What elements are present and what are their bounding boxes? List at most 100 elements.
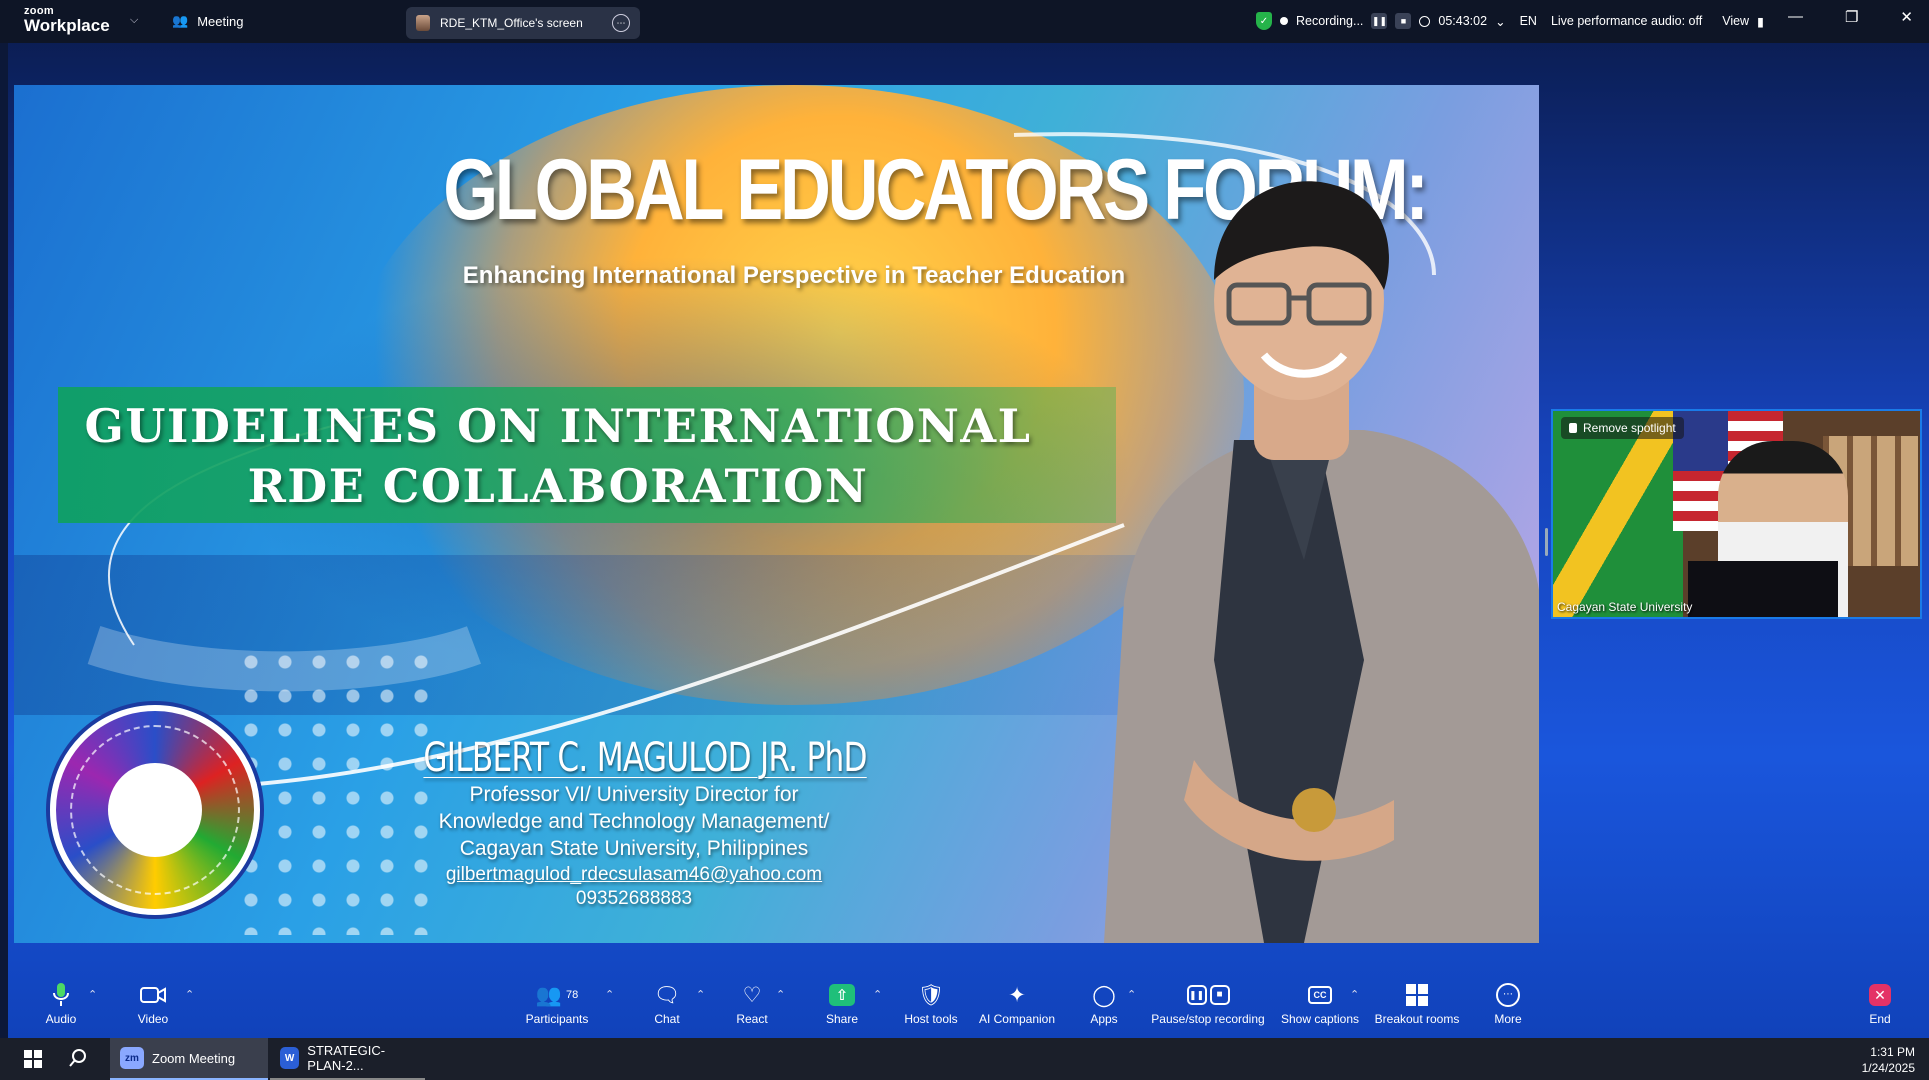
pause-stop-recording-button[interactable]: ❚❚ ■ Pause/stop recording	[1151, 980, 1265, 1026]
meeting-people-icon: 👥	[172, 13, 189, 28]
audio-label: Audio	[45, 1012, 77, 1026]
show-captions-button[interactable]: CC Show captions	[1265, 980, 1375, 1026]
participants-count: 78	[565, 988, 579, 1001]
meeting-status-group: ✓ Recording... ❚❚ ■ 05:43:02 ⌄ EN Live p…	[1256, 10, 1764, 32]
seal-center	[108, 763, 202, 857]
slide-title: GLOBAL EDUCATORS FORUM:	[443, 142, 1429, 238]
topic-banner: GUIDELINES ON INTERNATIONAL RDE COLLABOR…	[58, 387, 1116, 523]
windows-taskbar: zm Zoom Meeting W STRATEGIC-PLAN-2... 1:…	[0, 1038, 1929, 1080]
pause-recording-icon[interactable]: ❚❚	[1371, 13, 1388, 29]
view-button[interactable]: View	[1722, 14, 1749, 28]
video-options-caret-icon[interactable]: ⌃	[185, 988, 194, 1001]
search-icon[interactable]	[68, 1048, 88, 1068]
shield-icon: 🛡	[917, 983, 945, 1007]
speaker-phone: 09352688883	[575, 888, 693, 909]
participant-name-label: Cagayan State University	[1557, 600, 1693, 614]
end-label: End	[1869, 1012, 1891, 1026]
stop-recording-icon[interactable]: ■	[1395, 13, 1412, 29]
zoom-app-icon: zm	[120, 1047, 144, 1069]
react-caret-icon[interactable]: ⌃	[776, 988, 785, 1001]
meeting-indicator[interactable]: 👥 Meeting	[172, 13, 243, 29]
window-controls: — ❐ ✕	[1788, 8, 1913, 26]
react-label: React	[736, 1012, 768, 1026]
more-label: More	[1494, 1012, 1522, 1026]
pause-stop-recording-label: Pause/stop recording	[1151, 1012, 1265, 1026]
zoom-meeting-window: zoom Workplace ⌵ 👥 Meeting RDE_KTM_Offic…	[0, 0, 1929, 1080]
clock-date: 1/24/2025	[1861, 1061, 1915, 1075]
apps-button[interactable]: ◯ Apps	[1049, 980, 1159, 1027]
meeting-timer[interactable]: 05:43:02	[1438, 14, 1487, 28]
clock-time: 1:31 PM	[1870, 1045, 1915, 1059]
shared-screen-slide: GLOBAL EDUCATORS FORUM: Enhancing Intern…	[14, 85, 1539, 943]
title-bar: zoom Workplace ⌵ 👥 Meeting RDE_KTM_Offic…	[0, 0, 1929, 43]
share-arrow-icon: ⇧	[829, 980, 855, 1010]
meeting-label: Meeting	[197, 13, 244, 29]
restore-icon[interactable]: ❐	[1845, 8, 1858, 26]
end-meeting-button[interactable]: ✕ End	[1825, 980, 1929, 1026]
presenter-avatar	[416, 15, 430, 31]
microphone-icon	[53, 980, 69, 1010]
speaker-email: gilbertmagulod_rdecsulasam46@yahoo.com	[445, 864, 823, 885]
heart-icon: ♡	[742, 983, 762, 1007]
system-clock[interactable]: 1:31 PM 1/24/2025	[1862, 1044, 1915, 1076]
meeting-toolbar: Audio ⌃ Video ⌃ 👥 78 Participants ⌃ 🗨 Cha…	[0, 980, 1929, 1038]
left-edge-panel	[0, 43, 8, 1038]
speaker-name: GILBERT C. MAGULOD JR. PhD	[423, 735, 867, 781]
sparkle-icon: ✦	[1008, 983, 1026, 1007]
speaker-info: GILBERT C. MAGULOD JR. PhD Professor VI/…	[364, 735, 904, 911]
host-tools-label: Host tools	[904, 1012, 958, 1026]
close-icon[interactable]: ✕	[1900, 8, 1913, 26]
encryption-shield-icon[interactable]: ✓	[1256, 12, 1272, 30]
share-label: Share	[825, 1012, 859, 1026]
clock-icon	[1419, 15, 1431, 27]
windows-start-icon[interactable]	[24, 1050, 42, 1068]
participants-icon: 👥 78	[535, 983, 579, 1007]
end-x-icon: ✕	[1869, 980, 1891, 1010]
ai-companion-label: AI Companion	[978, 1012, 1056, 1026]
speaker-role-2: Knowledge and Technology Management/	[438, 810, 830, 833]
breakout-rooms-label: Breakout rooms	[1374, 1012, 1460, 1026]
word-app-icon: W	[280, 1047, 300, 1069]
forum-seal-logo	[50, 705, 260, 915]
zoom-workplace-logo[interactable]: zoom Workplace	[24, 6, 110, 35]
thumbnail-desk	[1688, 561, 1838, 617]
breakout-rooms-grid-icon	[1406, 980, 1428, 1010]
chat-bubble-icon: 🗨	[653, 983, 681, 1007]
video-camera-icon	[140, 980, 166, 1010]
participants-button[interactable]: 👥 78 Participants	[502, 980, 612, 1027]
language-label[interactable]: EN	[1520, 14, 1537, 28]
participants-label: Participants	[525, 1012, 589, 1026]
screen-share-pill[interactable]: RDE_KTM_Office's screen ⋯	[406, 7, 640, 39]
view-toggle-icon[interactable]: ▮	[1757, 14, 1764, 29]
taskbar-zoom-meeting[interactable]: zm Zoom Meeting	[110, 1038, 268, 1080]
apps-caret-icon[interactable]: ⌃	[1127, 988, 1136, 1001]
screen-share-label: RDE_KTM_Office's screen	[440, 16, 583, 30]
apps-label: Apps	[1090, 1012, 1118, 1026]
chevron-down-icon[interactable]: ⌄	[1495, 14, 1505, 29]
chat-label: Chat	[654, 1012, 680, 1026]
speaker-role-1: Professor VI/ University Director for	[469, 783, 799, 806]
recording-label: Recording...	[1296, 14, 1364, 28]
more-button[interactable]: ⋯ More	[1453, 980, 1563, 1026]
taskbar-word-document[interactable]: W STRATEGIC-PLAN-2...	[270, 1038, 425, 1080]
video-button[interactable]: Video	[98, 980, 208, 1026]
pause-stop-recording-icon: ❚❚ ■	[1186, 980, 1230, 1010]
apps-grid-icon: ◯	[1092, 983, 1116, 1007]
audio-options-caret-icon[interactable]: ⌃	[88, 988, 97, 1001]
remove-spotlight-button[interactable]: Remove spotlight	[1561, 417, 1684, 439]
logo-workplace-text: Workplace	[24, 16, 110, 35]
minimize-icon[interactable]: —	[1788, 8, 1803, 26]
taskbar-zoom-label: Zoom Meeting	[152, 1050, 236, 1066]
panel-resize-handle[interactable]	[1545, 528, 1548, 556]
spotlight-video-thumbnail[interactable]: Remove spotlight Cagayan State Universit…	[1551, 409, 1922, 619]
more-options-icon[interactable]: ⋯	[612, 14, 630, 32]
thumbnail-flag-left	[1553, 411, 1683, 617]
performance-audio-status[interactable]: Live performance audio: off	[1551, 14, 1702, 28]
chevron-down-icon[interactable]: ⌵	[130, 14, 138, 27]
speaker-photo	[1104, 181, 1539, 943]
show-captions-label: Show captions	[1280, 1012, 1360, 1026]
recording-dot-icon	[1280, 17, 1288, 25]
taskbar-word-label: STRATEGIC-PLAN-2...	[307, 1043, 386, 1073]
captions-caret-icon[interactable]: ⌃	[1350, 988, 1359, 1001]
more-dots-icon: ⋯	[1496, 980, 1520, 1010]
